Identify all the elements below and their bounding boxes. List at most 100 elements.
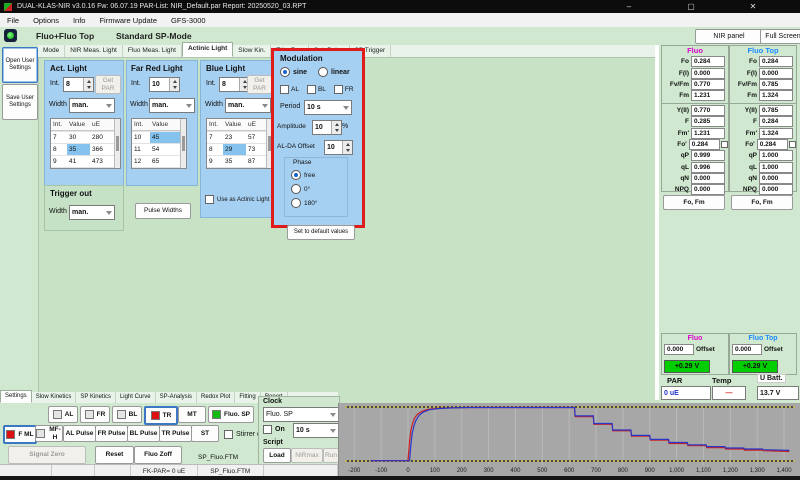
alda-offset-spinner[interactable]: 10 — [324, 140, 353, 155]
menu-item-options[interactable]: Options — [26, 16, 66, 25]
table-row[interactable]: 1045 — [132, 132, 180, 144]
button-tr[interactable]: TR — [144, 406, 178, 425]
tab-mode[interactable]: Mode — [38, 45, 65, 57]
bottom-tab-sp-analysis[interactable]: SP-Analysis — [156, 392, 197, 403]
open-user-settings-button[interactable]: Open User Settings — [2, 47, 38, 83]
table-cell[interactable]: 12 — [132, 156, 150, 167]
button-mt[interactable]: MT — [178, 406, 206, 423]
table-cell[interactable]: 30 — [67, 132, 90, 143]
table-cell[interactable]: 9 — [51, 156, 67, 167]
save-user-settings-button[interactable]: Save User Settings — [2, 84, 38, 120]
tab-fluo-meas-light[interactable]: Fluo Meas. Light — [123, 45, 182, 57]
clock-on-row[interactable]: On — [263, 425, 285, 434]
set-default-button[interactable]: Set to default values — [287, 225, 355, 240]
script-nirmax-button[interactable]: NIRmax — [291, 448, 323, 463]
power-icon[interactable] — [4, 29, 17, 42]
table-cell[interactable]: 10 — [132, 132, 150, 143]
phase-radio-1[interactable] — [291, 184, 301, 194]
pulse-widths-button[interactable]: Pulse Widths — [135, 203, 191, 219]
full-screen-button[interactable]: Full Screen — [760, 29, 800, 44]
linear-radio[interactable] — [318, 67, 328, 77]
act-int-spinner[interactable]: 8 — [63, 77, 94, 92]
trigger-width-dropdown[interactable]: man. — [69, 205, 115, 220]
table-cell[interactable]: 8 — [207, 144, 223, 155]
bottom-tab-slow-kinetics[interactable]: Slow Kinetics — [32, 392, 77, 403]
use-actinic-row[interactable]: Use as Actinic Light — [205, 195, 269, 204]
tab-actinic-light[interactable]: Actinic Light — [182, 42, 233, 57]
mod-checkbox-fr[interactable] — [334, 85, 343, 94]
table-cell[interactable]: 41 — [67, 156, 90, 167]
table-row[interactable]: 1154 — [132, 144, 180, 156]
button-reset[interactable]: Reset — [95, 446, 134, 464]
button-mf-h[interactable]: MF-H — [35, 425, 63, 442]
blue-width-dropdown[interactable]: man. — [225, 98, 271, 113]
table-row[interactable]: 730280 — [51, 132, 114, 144]
table-row[interactable]: 72357 — [207, 132, 266, 144]
table-row[interactable]: 941473 — [51, 156, 114, 168]
menu-item-firmware-update[interactable]: Firmware Update — [92, 16, 164, 25]
phase-option-0[interactable]: free — [291, 170, 315, 180]
table-cell[interactable]: 366 — [90, 144, 114, 155]
table-cell[interactable]: 9 — [207, 156, 223, 167]
phase-option-1[interactable]: 0° — [291, 184, 310, 194]
table-cell[interactable]: 54 — [150, 144, 180, 155]
table-cell[interactable]: 73 — [246, 144, 266, 155]
phase-radio-0[interactable] — [291, 170, 301, 180]
button-fr[interactable]: FR — [80, 406, 110, 423]
stirrer-checkbox[interactable] — [224, 430, 233, 439]
use-actinic-checkbox[interactable] — [205, 195, 214, 204]
mod-checkbox-al[interactable] — [280, 85, 289, 94]
far-red-int-spinner[interactable]: 10 — [149, 77, 180, 92]
bottom-tab-fitting[interactable]: Fitting — [235, 392, 260, 403]
table-cell[interactable]: 280 — [90, 132, 114, 143]
blue-int-spinner[interactable]: 8 — [219, 77, 250, 92]
close-icon[interactable]: ✕ — [742, 0, 764, 13]
table-cell[interactable]: 11 — [132, 144, 150, 155]
button-st[interactable]: ST — [191, 425, 219, 442]
mod-check-row-al[interactable]: AL — [280, 85, 299, 94]
period-dropdown[interactable]: 10 s — [304, 100, 352, 115]
button-al[interactable]: AL — [48, 406, 78, 423]
tab-slow-kin-[interactable]: Slow Kin. — [233, 45, 271, 57]
table-cell[interactable]: 23 — [223, 132, 246, 143]
kinetics-chart[interactable]: -200-10001002003004005006007008009001,00… — [338, 403, 800, 476]
script-load-button[interactable]: Load — [263, 448, 291, 463]
button-signal-zero[interactable]: Signal Zero — [8, 446, 86, 464]
linear-radio-row[interactable]: linear — [318, 67, 350, 77]
bottom-tab-redox-plot[interactable]: Redox Plot — [197, 392, 235, 403]
sine-radio[interactable] — [280, 67, 290, 77]
button-bl[interactable]: BL — [112, 406, 142, 423]
far-red-width-dropdown[interactable]: man. — [149, 98, 195, 113]
mod-check-row-bl[interactable]: BL — [307, 85, 326, 94]
far-red-table[interactable]: Int.Value104511541265 — [131, 118, 187, 169]
nir-panel-button[interactable]: NIR panel — [695, 29, 763, 44]
blue-light-table[interactable]: Int.ValueuE723578297393587 — [206, 118, 273, 169]
tab-nir-meas-light[interactable]: NIR Meas. Light — [65, 45, 123, 57]
table-row[interactable]: 82973 — [207, 144, 266, 156]
blue-get-par-button[interactable]: Get PAR — [247, 75, 272, 94]
button-fluo-zoff[interactable]: Fluo Zoff — [134, 446, 182, 464]
bottom-tab-sp-kinetics[interactable]: SP Kinetics — [76, 392, 116, 403]
mod-check-row-fr[interactable]: FR — [334, 85, 354, 94]
amplitude-spinner[interactable]: 10 — [312, 120, 342, 135]
clock-on-checkbox[interactable] — [263, 425, 272, 434]
table-cell[interactable]: 87 — [246, 156, 266, 167]
fo-fm-button-1[interactable]: Fo, Fm — [731, 195, 793, 210]
table-cell[interactable]: 7 — [51, 132, 67, 143]
clock-interval-dropdown[interactable]: 10 s — [293, 423, 339, 438]
menu-item-gfs-3000[interactable]: GFS-3000 — [164, 16, 213, 25]
script-run-button[interactable]: Run — [323, 448, 339, 463]
minimize-icon[interactable]: – — [618, 0, 640, 13]
menu-item-file[interactable]: File — [0, 16, 26, 25]
button-f-ml[interactable]: F ML — [3, 425, 37, 444]
table-cell[interactable]: 65 — [150, 156, 180, 167]
clock-mode-dropdown[interactable]: Fluo. SP — [263, 407, 339, 422]
table-cell[interactable]: 35 — [67, 144, 90, 155]
button-fluo-sp[interactable]: Fluo. SP — [208, 406, 254, 423]
table-cell[interactable]: 473 — [90, 156, 114, 167]
table-cell[interactable]: 7 — [207, 132, 223, 143]
table-cell[interactable]: 8 — [51, 144, 67, 155]
button-tr-pulse[interactable]: TR Pulse — [159, 425, 192, 442]
table-scrollbar[interactable] — [180, 119, 186, 168]
menu-item-info[interactable]: Info — [66, 16, 93, 25]
